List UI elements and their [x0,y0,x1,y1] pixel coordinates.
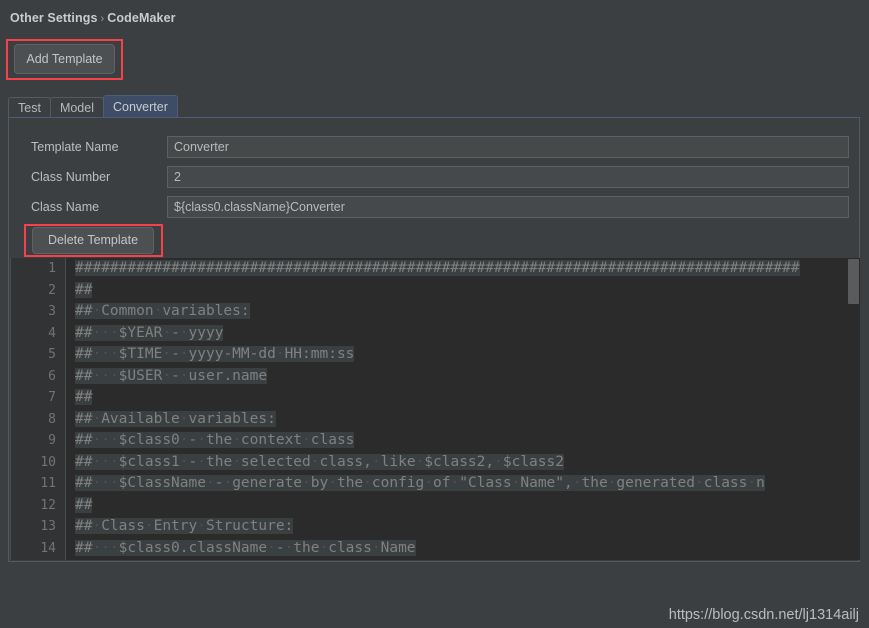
class-number-label: Class Number [31,170,111,184]
tab-converter[interactable]: Converter [102,95,178,118]
velocity-template-editor[interactable]: 1 2 3 4 5 6 7 8 9 10 11 12 13 14 ####################… [10,258,860,560]
editor-line-number: 12 [40,497,56,513]
breadcrumb-root: Other Settings [10,11,98,25]
editor-code-line[interactable]: ## [67,495,860,517]
tab-model[interactable]: Model [49,97,104,118]
editor-line-number: 11 [40,476,56,491]
breadcrumb-current: CodeMaker [107,11,176,25]
editor-line-number: 4 [48,325,56,341]
editor-code-line[interactable]: ##·Class·Entry·Structure: [67,516,860,538]
delete-template-button[interactable]: Delete Template [32,227,154,254]
class-number-input[interactable] [167,166,849,188]
class-name-label: Class Name [31,200,100,214]
editor-line-number-gutter: 1 2 3 4 5 6 7 8 9 10 11 12 13 14 [11,258,66,560]
form-row-class-name: Class Name [9,196,859,218]
editor-code-area[interactable]: ########################################… [67,258,860,560]
breadcrumb-separator-icon: › [100,13,105,25]
editor-code-line[interactable]: ##···$ClassName·-·generate·by·the·config… [67,473,860,495]
editor-code-line[interactable]: ##···$class0.className·-·the·class·Name [67,538,860,560]
editor-code-line[interactable]: ## [67,280,860,302]
editor-code-line[interactable]: ##···$USER·-·user.name [67,366,860,388]
form-row-template-name: Template Name [9,136,859,158]
add-template-button[interactable]: Add Template [14,44,115,74]
editor-line-number: 2 [48,282,56,298]
editor-code-line[interactable]: ##···$YEAR·-·yyyy [67,323,860,345]
editor-line-number: 10 [40,454,56,470]
form-row-class-number: Class Number [9,166,859,188]
editor-line-number: 5 [48,347,56,362]
editor-line-number: 13 [40,519,56,534]
watermark-url: https://blog.csdn.net/lj1314ailj [668,607,859,623]
editor-code-line[interactable]: ##·Common·variables: [67,301,860,323]
editor-line-number: 9 [48,433,56,448]
template-tabs: Test Model Converter [8,95,178,118]
editor-line-number: 14 [40,540,56,556]
editor-line-number: 1 [48,261,56,276]
template-name-label: Template Name [31,140,119,154]
editor-code-line[interactable]: ##···$TIME·-·yyyy-MM-dd·HH:mm:ss [67,344,860,366]
template-name-input[interactable] [167,136,849,158]
editor-line-number: 8 [48,411,56,427]
editor-line-number: 7 [48,390,56,405]
tab-test[interactable]: Test [8,97,51,118]
editor-line-number: 3 [48,304,56,319]
editor-scrollbar-thumb[interactable] [848,259,859,304]
editor-line-number: 6 [48,368,56,384]
breadcrumb: Other Settings › CodeMaker [10,11,176,25]
editor-code-line[interactable]: ##···$class1·-·the·selected·class,·like·… [67,452,860,474]
editor-code-line[interactable]: ########################################… [67,258,860,280]
class-name-input[interactable] [167,196,849,218]
editor-code-line[interactable]: ## [67,387,860,409]
editor-code-line[interactable]: ##·Available·variables: [67,409,860,431]
editor-vertical-scrollbar[interactable] [848,259,859,559]
editor-code-line[interactable]: ##···$class0·-·the·context·class [67,430,860,452]
